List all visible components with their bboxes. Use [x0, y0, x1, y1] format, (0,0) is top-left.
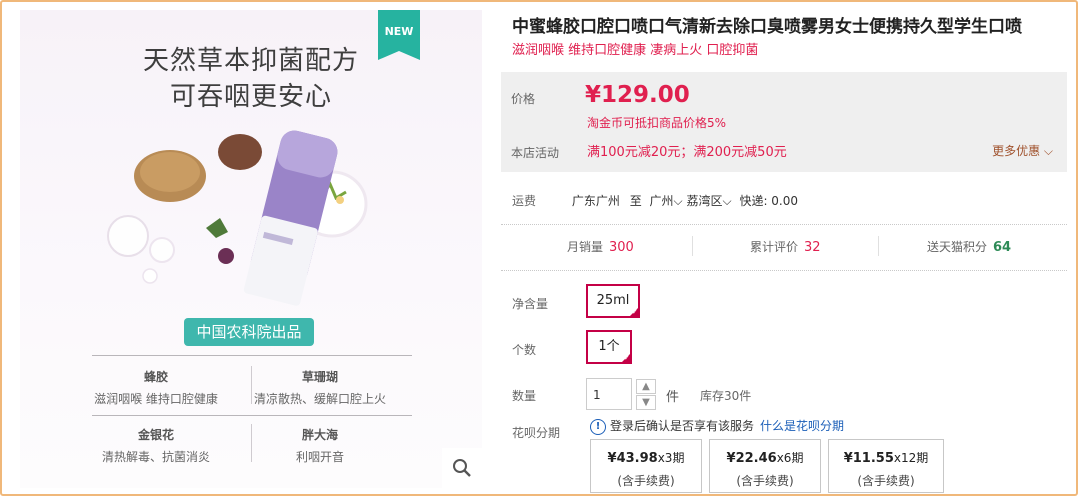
review-count[interactable]: 累计评价 32	[750, 238, 821, 255]
review-count-value: 32	[804, 240, 821, 255]
promo-text: 满100元减20元；满200元减50元	[587, 145, 787, 160]
shipping-fee: 快递: 0.00	[739, 194, 799, 208]
plan-periods: x6期	[776, 451, 804, 465]
plan-amount: ¥43.98x3期	[591, 449, 701, 466]
price-box: 价格 ¥129.00 淘金币可抵扣商品价格5% 本店活动 满100元减20元；满…	[501, 72, 1067, 172]
image-headline-1: 天然草本抑菌配方	[142, 46, 359, 76]
monthly-sales-value: 300	[609, 240, 634, 255]
installment-plan-6[interactable]: ¥22.46x6期 (含手续费)	[709, 439, 821, 493]
plan-fee-note: (含手续费)	[736, 474, 794, 488]
volume-option-selected[interactable]: 25ml	[586, 284, 640, 318]
chevron-down-icon: ▼	[642, 397, 650, 408]
huabei-help-link[interactable]: 什么是花呗分期	[760, 419, 844, 433]
count-option-selected[interactable]: 1个	[586, 330, 632, 364]
count-label: 个数	[512, 343, 537, 357]
divider	[92, 415, 412, 416]
chevron-down-icon: ⌵	[1040, 144, 1053, 158]
huabei-note-text: 登录后确认是否享有该服务	[610, 419, 755, 433]
zoom-button[interactable]	[442, 448, 482, 488]
quantity-input[interactable]: 1	[586, 378, 632, 410]
huabei-label: 花呗分期	[512, 426, 561, 440]
plan-periods: x3期	[657, 451, 685, 465]
selected-check-icon	[620, 352, 632, 364]
count-option-label: 1个	[598, 339, 620, 354]
chevron-down-icon: ⌵	[722, 194, 732, 208]
feature-item: 胖大海 利咽开音	[220, 426, 420, 465]
city-select[interactable]: 广州⌵	[650, 194, 683, 208]
promo-label: 本店活动	[511, 146, 560, 160]
divider	[501, 224, 1067, 225]
district-select[interactable]: 荔湾区⌵	[686, 194, 731, 208]
product-detail-frame: NEW 天然草本抑菌配方 可吞咽更安心 中国农科院出品 蜂胶 滋润咽喉 维持口腔…	[0, 0, 1078, 496]
monthly-sales-label: 月销量	[567, 240, 604, 254]
feature-title: 草珊瑚	[301, 370, 338, 384]
quantity-increase-button[interactable]: ▲	[636, 379, 656, 394]
product-image[interactable]: NEW 天然草本抑菌配方 可吞咽更安心 中国农科院出品 蜂胶 滋润咽喉 维持口腔…	[20, 10, 482, 488]
quantity-decrease-button[interactable]: ▼	[636, 395, 656, 410]
feature-desc: 利咽开音	[295, 450, 344, 464]
monthly-sales: 月销量 300	[567, 238, 634, 255]
plan-price: ¥43.98	[607, 451, 658, 466]
volume-option-label: 25ml	[596, 293, 630, 308]
info-icon: !	[590, 418, 606, 435]
review-count-label: 累计评价	[750, 240, 799, 254]
product-title: 中蜜蜂胶口腔口喷口气清新去除口臭喷雾男女士便携持久型学生口喷	[512, 17, 1022, 37]
stock-count: 库存30件	[700, 389, 752, 403]
shipping-label: 运费	[512, 194, 537, 208]
feature-desc: 清凉散热、缓解口腔上火	[253, 392, 386, 406]
product-subtitle: 滋润咽喉 维持口腔健康 凄病上火 口腔抑菌	[512, 43, 759, 58]
shipping-to-word: 至	[629, 194, 642, 208]
selected-check-icon	[628, 306, 640, 318]
search-icon	[453, 459, 471, 477]
price-value: ¥129.00	[585, 82, 690, 108]
plan-periods: x12期	[893, 451, 929, 465]
huabei-note: ! 登录后确认是否享有该服务 什么是花呗分期	[590, 417, 844, 435]
plan-fee-note: (含手续费)	[617, 474, 675, 488]
city-label: 广州	[649, 194, 674, 208]
installment-plan-3[interactable]: ¥43.98x3期 (含手续费)	[590, 439, 702, 493]
feature-item: 草珊瑚 清凉散热、缓解口腔上火	[220, 368, 420, 407]
divider	[878, 236, 879, 256]
chevron-down-icon: ⌵	[673, 194, 683, 208]
plan-price: ¥22.46	[726, 451, 777, 466]
volume-label: 净含量	[512, 297, 549, 311]
chevron-up-icon: ▲	[642, 381, 650, 392]
tmall-points-label: 送天猫积分	[927, 240, 988, 254]
plan-amount: ¥11.55x12期	[829, 449, 943, 466]
tmall-points: 送天猫积分 64	[927, 238, 1011, 255]
plan-price: ¥11.55	[843, 451, 894, 466]
shipping-from: 广东广州	[571, 194, 620, 208]
divider	[692, 236, 693, 256]
divider	[501, 270, 1067, 271]
plan-fee-note: (含手续费)	[857, 474, 915, 488]
image-headline-2: 可吞咽更安心	[169, 82, 332, 112]
quantity-unit: 件	[666, 390, 680, 405]
more-offers-link[interactable]: 更多优惠 ⌵	[992, 142, 1053, 159]
feature-title: 胖大海	[301, 428, 338, 442]
divider	[92, 355, 412, 356]
price-label: 价格	[511, 92, 536, 106]
shipping-row: 运费 广东广州 至 广州⌵ 荔湾区⌵ 快递: 0.00	[512, 192, 798, 209]
more-offers-label: 更多优惠	[992, 144, 1041, 158]
district-label: 荔湾区	[686, 194, 723, 208]
installment-plan-12[interactable]: ¥11.55x12期 (含手续费)	[828, 439, 944, 493]
coin-note: 淘金币可抵扣商品价格5%	[587, 116, 727, 130]
brand-tag: 中国农科院出品	[184, 318, 314, 346]
quantity-label: 数量	[512, 389, 537, 403]
plan-amount: ¥22.46x6期	[710, 449, 820, 466]
spray-bottle-illustration	[107, 130, 368, 306]
tmall-points-value: 64	[993, 240, 1012, 255]
